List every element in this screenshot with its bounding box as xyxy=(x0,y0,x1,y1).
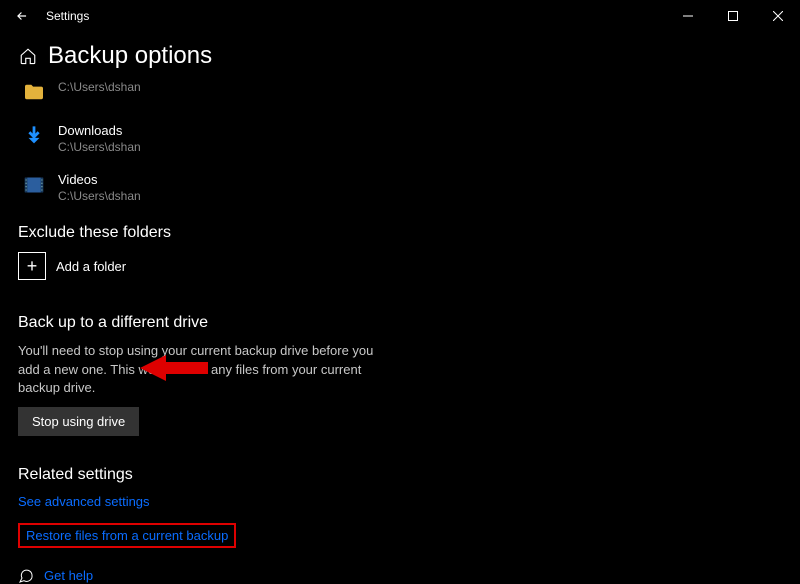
get-help-row[interactable]: Get help xyxy=(18,568,784,584)
folder-item[interactable]: Videos C:\Users\dshan xyxy=(20,171,784,204)
diff-drive-desc: You'll need to stop using your current b… xyxy=(18,342,398,397)
app-title: Settings xyxy=(46,9,89,23)
titlebar: Settings xyxy=(0,0,800,32)
stop-using-drive-button[interactable]: Stop using drive xyxy=(18,407,139,436)
videos-icon xyxy=(20,171,48,199)
content: Backup options C:\Users\dshan Downloads … xyxy=(0,42,800,584)
add-folder-label: Add a folder xyxy=(56,259,126,274)
page-header: Backup options xyxy=(18,42,784,70)
see-advanced-link[interactable]: See advanced settings xyxy=(18,494,150,509)
close-button[interactable] xyxy=(755,0,800,32)
home-icon[interactable] xyxy=(18,46,38,66)
related-settings-title: Related settings xyxy=(18,466,784,484)
folder-icon xyxy=(20,78,48,106)
plus-icon: + xyxy=(18,252,46,280)
back-button[interactable] xyxy=(8,2,36,30)
get-help-link[interactable]: Get help xyxy=(44,568,93,583)
highlight-box: Restore files from a current backup xyxy=(18,523,236,548)
window-controls xyxy=(665,0,800,32)
page-title: Backup options xyxy=(48,42,212,70)
minimize-button[interactable] xyxy=(665,0,710,32)
exclude-section-title: Exclude these folders xyxy=(18,224,784,242)
folder-item[interactable]: C:\Users\dshan xyxy=(20,78,784,106)
folder-item[interactable]: Downloads C:\Users\dshan xyxy=(20,122,784,155)
folder-path: C:\Users\dshan xyxy=(58,80,141,96)
maximize-button[interactable] xyxy=(710,0,755,32)
folder-name: Downloads xyxy=(58,123,141,139)
diff-drive-title: Back up to a different drive xyxy=(18,314,784,332)
restore-files-link[interactable]: Restore files from a current backup xyxy=(26,528,228,543)
folder-path: C:\Users\dshan xyxy=(58,140,141,156)
folder-name: Videos xyxy=(58,172,141,188)
folder-path: C:\Users\dshan xyxy=(58,189,141,205)
download-icon xyxy=(20,122,48,150)
chat-icon xyxy=(18,568,34,584)
add-folder-button[interactable]: + Add a folder xyxy=(18,252,784,280)
